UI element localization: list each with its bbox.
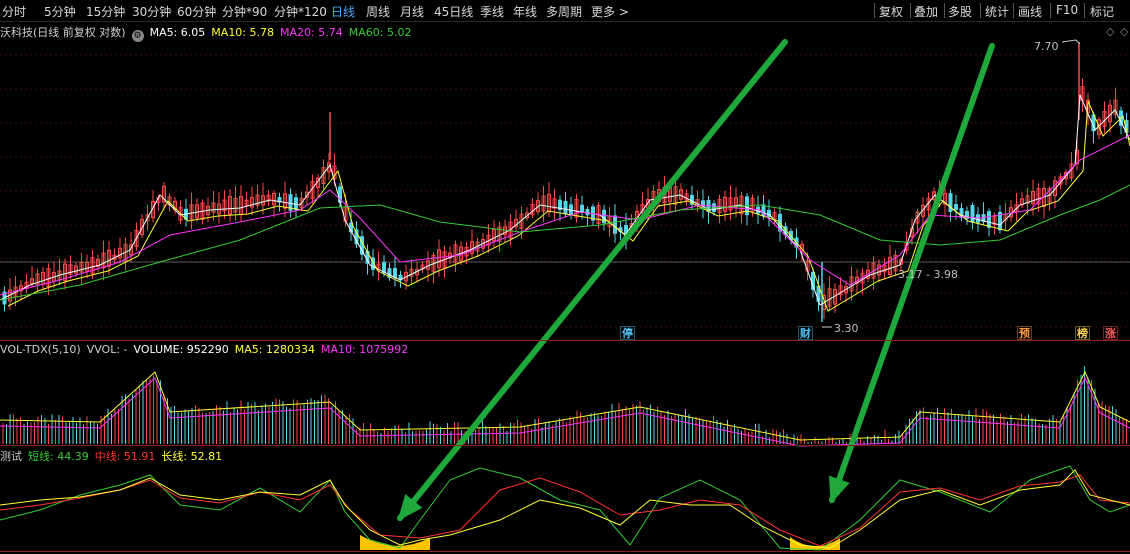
short-line (0, 465, 1130, 551)
long-line-value: 长线: 52.81 (161, 450, 223, 463)
volume-ma5-line (0, 370, 1130, 441)
panel-divider (0, 551, 1130, 552)
limit-up-badge[interactable]: 涨 (1103, 326, 1118, 340)
candle-body (393, 267, 397, 278)
suspend-badge[interactable]: 停 (620, 326, 635, 340)
high-price-label: 7.70 (1034, 40, 1059, 53)
indicator-legend: 测试 短线: 44.39 中线: 51.91 长线: 52.81 (0, 448, 228, 464)
annotation-arrow-shaft (397, 39, 788, 521)
volume-ma10-value: MA10: 1075992 (321, 343, 409, 356)
volume-bars (2, 366, 1127, 444)
vvol-value: VVOL: - (86, 343, 128, 356)
moving-average-lines (0, 39, 1130, 328)
short-line-value: 短线: 44.39 (28, 450, 89, 463)
low-price-label: 3.30 (834, 322, 859, 335)
annotation-arrow-head (828, 475, 850, 504)
candle-body (987, 211, 991, 228)
volume-legend: VOL-TDX(5,10) VVOL: - VOLUME: 952290 MA5: 1… (0, 343, 414, 359)
candle-body (954, 204, 958, 210)
candle-body (976, 214, 980, 223)
volume-value: VOLUME: 952290 (133, 343, 229, 356)
indicator-title: 测试 (0, 450, 22, 463)
annotation-arrows (397, 39, 995, 522)
candle-body (563, 200, 568, 215)
volume-ma-lines (0, 370, 1130, 447)
forecast-badge[interactable]: 预 (1017, 326, 1032, 340)
indicator-lines (0, 465, 1130, 551)
range-label: 3.17 - 3.98 (898, 268, 958, 281)
mid-line (0, 474, 1130, 547)
kline-chart[interactable] (0, 0, 1130, 554)
ranking-badge[interactable]: 榜 (1075, 326, 1090, 340)
finance-badge[interactable]: 财 (798, 326, 813, 340)
candle-body (970, 205, 975, 223)
panel-divider (0, 445, 1130, 446)
volume-ma5-value: MA5: 1280334 (234, 343, 315, 356)
long-line (0, 469, 1130, 549)
mid-line-value: 中线: 51.91 (94, 450, 156, 463)
panel-divider (0, 340, 1130, 341)
chart-grid (0, 54, 1130, 328)
candle-body (613, 215, 617, 234)
candle-body (585, 208, 590, 216)
high-pointer (1061, 39, 1081, 45)
volume-indicator-title: VOL-TDX(5,10) (0, 343, 81, 356)
candlesticks (2, 42, 1129, 322)
